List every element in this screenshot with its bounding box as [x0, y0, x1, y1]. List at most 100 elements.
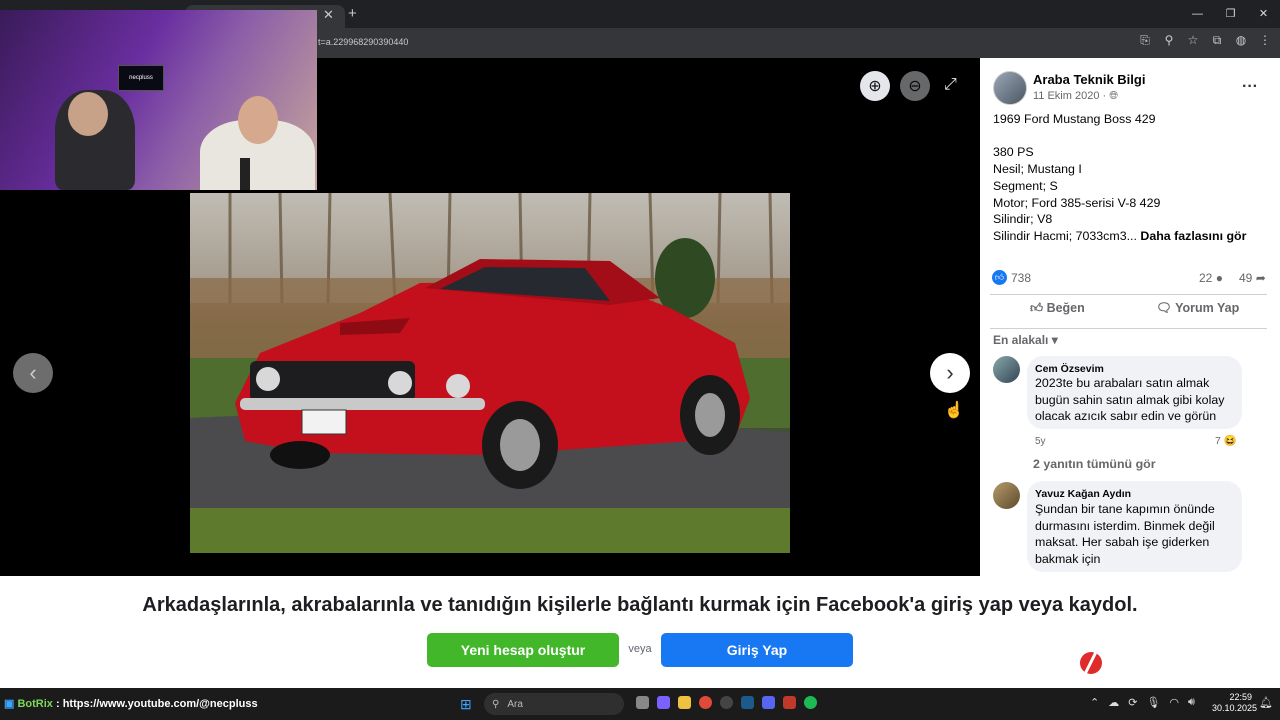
- view-replies-link[interactable]: 2 yanıtın tümünü gör: [1033, 457, 1156, 471]
- notification-bell-icon[interactable]: 🔔︎: [1259, 696, 1273, 709]
- file-explorer-icon[interactable]: [678, 696, 691, 709]
- streamer-logo: [1080, 647, 1102, 675]
- person-right-face: [238, 96, 278, 144]
- commenter-avatar[interactable]: [993, 356, 1020, 383]
- menu-icon[interactable]: ⋮: [1258, 33, 1272, 48]
- chat-ticker: ▣ BotRix : https://www.youtube.com/@necp…: [4, 697, 258, 710]
- post-line: Silindir; V8: [993, 212, 1053, 227]
- divider: [990, 294, 1267, 295]
- comment-count-value: 22: [1199, 271, 1213, 285]
- comment-icon: 🗨︎: [1156, 301, 1172, 315]
- like-button[interactable]: 👍︎ Beğen: [1030, 301, 1110, 321]
- page-name[interactable]: Araba Teknik Bilgi: [1033, 72, 1145, 87]
- steam-icon[interactable]: [741, 696, 754, 709]
- zoom-icon[interactable]: ⚲: [1162, 33, 1176, 48]
- window-controls: — ❐ ✕: [1181, 0, 1280, 28]
- profile-icon[interactable]: ◍: [1234, 33, 1248, 48]
- browser-toolbar: ⎘ ⚲ ☆ ⧉ ◍ ⋮: [1138, 33, 1272, 48]
- reaction-count: 7: [1215, 435, 1221, 447]
- commenter-avatar[interactable]: [993, 482, 1020, 509]
- sync-icon[interactable]: ⟳: [1128, 696, 1137, 709]
- comment-sort-dropdown[interactable]: En alakalı ▾: [993, 333, 1058, 347]
- laugh-reaction-icon: 😆: [1223, 435, 1237, 447]
- share-count-value: 49: [1239, 271, 1253, 285]
- comment-button-label: Yorum Yap: [1175, 301, 1240, 315]
- post-line-text: Silindir Hacmi; 7033cm3...: [993, 228, 1141, 243]
- zoom-in-button[interactable]: ⊕: [860, 71, 890, 101]
- create-account-button[interactable]: Yeni hesap oluştur: [427, 633, 619, 667]
- clock-time: 22:59: [1229, 692, 1252, 702]
- spotify-icon[interactable]: [804, 696, 817, 709]
- globe-icon: 🌐︎: [1109, 90, 1119, 102]
- close-window-button[interactable]: ✕: [1247, 0, 1280, 28]
- taskbar-clock[interactable]: 22:59 30.10.2025: [1212, 692, 1257, 714]
- search-placeholder: Ara: [507, 698, 523, 710]
- car-photo: [190, 193, 790, 553]
- volume-icon[interactable]: 🔊︎: [1188, 696, 1195, 709]
- cloud-icon[interactable]: ☁: [1108, 696, 1119, 709]
- cast-icon[interactable]: ⎘: [1138, 33, 1152, 48]
- like-button-label: Beğen: [1046, 301, 1085, 315]
- see-more-link[interactable]: Daha fazlasını gör: [1140, 229, 1246, 243]
- streamer-webcam: necpluss: [0, 10, 317, 190]
- restore-button[interactable]: ❐: [1214, 0, 1247, 28]
- next-photo-button[interactable]: ›: [930, 353, 970, 393]
- login-prompt: Arkadaşlarınla, akrabalarınla ve tanıdığ…: [142, 594, 1138, 616]
- fullscreen-icon[interactable]: ⤢: [944, 76, 957, 94]
- caret-down-icon: ▾: [1051, 333, 1058, 347]
- comment-text: 2023te bu arabaları satın almak bugün sa…: [1035, 376, 1225, 424]
- share-count[interactable]: 49 ➦: [1239, 271, 1266, 285]
- comment-button[interactable]: 🗨︎ Yorum Yap: [1156, 301, 1266, 321]
- task-view-icon[interactable]: [636, 696, 649, 709]
- post-line: Nesil; Mustang I: [993, 162, 1082, 177]
- post-date[interactable]: 11 Ekim 2020 · 🌐︎: [1033, 90, 1118, 103]
- system-tray: ⌃ ☁ ⟳ 🎙︎ ◠ 🔊︎: [1090, 696, 1195, 709]
- app-icon[interactable]: [783, 696, 796, 709]
- previous-photo-button[interactable]: ‹: [13, 353, 53, 393]
- obs-icon[interactable]: [720, 696, 733, 709]
- post-line-last: Silindir Hacmi; 7033cm3... Daha fazlasın…: [993, 228, 1268, 245]
- chrome-icon[interactable]: [699, 696, 712, 709]
- post-line: [993, 128, 1268, 145]
- comment-time[interactable]: 5y: [1035, 436, 1046, 447]
- like-reaction-icon[interactable]: 👍︎: [992, 270, 1007, 285]
- windows-start-icon[interactable]: ⊞: [460, 696, 478, 712]
- comment-text: Şundan bir tane kapımın önünde durmasını…: [1035, 502, 1215, 567]
- more-options-button[interactable]: ···: [1242, 78, 1258, 96]
- post-line: 380 PS: [993, 145, 1034, 160]
- sort-label: En alakalı: [993, 333, 1049, 347]
- thumbs-up-icon: 👍︎: [1030, 301, 1044, 315]
- comment-count[interactable]: 22 ●: [1199, 271, 1223, 285]
- new-tab-button[interactable]: +: [348, 5, 357, 22]
- or-label: veya: [628, 643, 652, 655]
- post-line: 1969 Ford Mustang Boss 429: [993, 112, 1156, 126]
- mouse-cursor-icon: ☝: [944, 402, 964, 419]
- comment-reactions[interactable]: 7 😆: [1215, 434, 1237, 447]
- comment-bubble-icon: ●: [1215, 271, 1223, 285]
- person-left-face: [68, 92, 108, 136]
- chevron-up-icon[interactable]: ⌃: [1090, 696, 1099, 709]
- close-tab-icon[interactable]: ✕: [323, 7, 334, 23]
- copilot-icon[interactable]: [657, 696, 670, 709]
- share-icon: ➦: [1255, 271, 1266, 285]
- taskbar-search[interactable]: ⚲ Ara: [484, 693, 624, 715]
- login-button[interactable]: Giriş Yap: [661, 633, 853, 667]
- wifi-icon[interactable]: ◠: [1169, 696, 1179, 709]
- extensions-icon[interactable]: ⧉: [1210, 33, 1224, 48]
- webcam-sign: necpluss: [118, 65, 164, 91]
- star-icon[interactable]: ☆: [1186, 33, 1200, 48]
- microphone-icon[interactable]: 🎙︎: [1146, 696, 1160, 709]
- post-line: Segment; S: [993, 178, 1058, 193]
- minimize-button[interactable]: —: [1181, 0, 1214, 28]
- url-text[interactable]: t=a.229968290390440: [318, 37, 408, 47]
- botrix-name: BotRix: [17, 698, 53, 710]
- discord-icon[interactable]: [762, 696, 775, 709]
- like-count[interactable]: 738: [1011, 271, 1031, 285]
- page-avatar[interactable]: [993, 71, 1027, 105]
- comment-author[interactable]: Cem Özsevim: [1035, 363, 1104, 375]
- post-date-text: 11 Ekim 2020 ·: [1033, 90, 1110, 102]
- post-line: Motor; Ford 385-serisi V-8 429: [993, 195, 1161, 210]
- search-icon: ⚲: [492, 698, 500, 710]
- comment-author[interactable]: Yavuz Kağan Aydın: [1035, 488, 1131, 500]
- zoom-out-button[interactable]: ⊖: [900, 71, 930, 101]
